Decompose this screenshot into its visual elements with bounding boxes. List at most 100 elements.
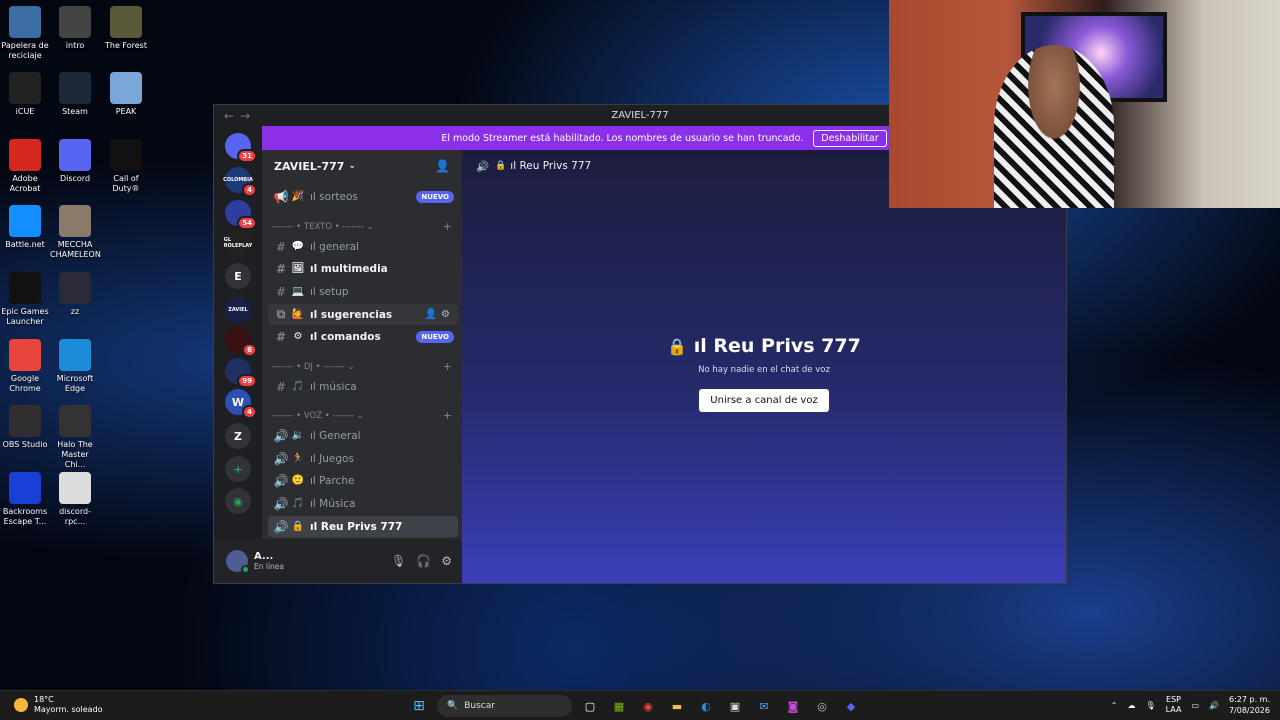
add-channel-icon[interactable]: +: [443, 360, 452, 373]
desktop-icon[interactable]: Halo The Master Chi...: [50, 405, 100, 470]
invite-people-icon[interactable]: 👤: [435, 159, 450, 173]
user-status: En línea: [254, 562, 285, 571]
desktop-icon[interactable]: Papelera de reciclaje: [0, 6, 50, 61]
server-icon[interactable]: COLOMBIA 4: [223, 167, 257, 197]
user-info[interactable]: A... En línea: [254, 551, 284, 571]
server-icon[interactable]: GL ROLEPLAY: [224, 230, 252, 256]
channel-sorteos[interactable]: 📢 🎉 ıl sorteos NUEVO: [268, 186, 458, 207]
voice-channel-musica[interactable]: 🔊 🎵 ıl Música: [268, 493, 458, 514]
desktop-icon[interactable]: zz: [50, 272, 100, 317]
microphone-icon[interactable]: 🎙: [1145, 701, 1155, 710]
desktop-icon[interactable]: MECCHA CHAMELEON: [50, 205, 101, 260]
clock[interactable]: 6:27 p. m. 7/08/2026: [1229, 694, 1270, 716]
add-server-icon[interactable]: +: [225, 456, 251, 482]
channel-comandos[interactable]: # ⚙ ıl comandos NUEVO: [268, 326, 458, 347]
channel-label: ıl Música: [310, 497, 356, 510]
obs-icon[interactable]: ◎: [811, 695, 833, 717]
add-channel-icon[interactable]: +: [443, 409, 452, 422]
server-icon[interactable]: 54: [225, 200, 257, 230]
desktop-icon[interactable]: OBS Studio: [0, 405, 50, 450]
category-dj[interactable]: ------- • DJ • ------- ⌄ +: [272, 360, 452, 373]
server-icon[interactable]: 6: [225, 327, 257, 357]
halo-icon: [59, 405, 91, 437]
desktop-icon-label: The Forest: [105, 41, 147, 50]
channel-sugerencias[interactable]: ⧉ 🙋 ıl sugerencias 👤⚙: [268, 304, 458, 325]
desktop-icon[interactable]: Google Chrome: [0, 339, 50, 394]
weather-widget[interactable]: 18°C Mayorm. soleado: [14, 695, 103, 715]
discord-icon[interactable]: ◆: [840, 695, 862, 717]
desktop-icon-label: iCUE: [15, 107, 35, 116]
add-channel-icon[interactable]: +: [443, 220, 452, 233]
server-icon[interactable]: ZAVIEL: [225, 297, 251, 323]
bet-icon: [9, 472, 41, 504]
channel-multimedia[interactable]: # 🖼 ıl multimedia: [268, 258, 458, 279]
volume-icon[interactable]: 🔊: [1209, 701, 1219, 710]
voice-channel-juegos[interactable]: 🔊 🏃 ıl Juegos: [268, 448, 458, 469]
channel-general[interactable]: # 💬 ıl general: [268, 236, 458, 257]
desktop-icon[interactable]: The Forest: [101, 6, 151, 51]
user-controls: 🎙 🎧 ⚙: [391, 554, 452, 568]
join-voice-button[interactable]: Unirse a canal de voz: [699, 389, 829, 412]
channel-label: ıl setup: [310, 285, 349, 298]
channel-label: ıl Parche: [310, 474, 355, 487]
category-voz[interactable]: ------- • VOZ • ------- ⌄ +: [272, 409, 452, 422]
server-icon[interactable]: W4: [225, 389, 257, 419]
desktop-icon[interactable]: Discord: [50, 139, 100, 184]
mail-icon[interactable]: ✉: [753, 695, 775, 717]
server-header[interactable]: ZAVIEL-777 ⌄ 👤: [262, 150, 462, 182]
gear-icon[interactable]: ⚙: [441, 554, 452, 568]
task-view-icon[interactable]: ▢: [579, 695, 601, 717]
edge-icon[interactable]: ◐: [695, 695, 717, 717]
desktop-icon-label: Steam: [62, 107, 88, 116]
channel-setup[interactable]: # 💻 ıl setup: [268, 281, 458, 302]
desktop-icon[interactable]: Epic Games Launcher: [0, 272, 50, 327]
desktop-icon[interactable]: Battle.net: [0, 205, 50, 250]
mention-badge: 99: [237, 374, 257, 388]
icue-icon: [9, 72, 41, 104]
channel-settings-icon[interactable]: 👤⚙: [425, 309, 454, 320]
discord-home-icon[interactable]: 31: [225, 133, 257, 163]
photo-app-icon[interactable]: ◙: [782, 695, 804, 717]
taskbar-search[interactable]: 🔍 Buscar: [437, 695, 572, 717]
game-icon: [110, 6, 142, 38]
windows-start-icon[interactable]: ⊞: [408, 695, 430, 717]
voice-channel-view: 🔊 🔒 ıl Reu Privs 777 🔒 ıl Reu Privs 777 …: [462, 150, 1066, 583]
desktop-icon[interactable]: discord-rpc...: [50, 472, 100, 527]
voice-channel-reu-privs[interactable]: 🔊 🔒 ıl Reu Privs 777: [268, 516, 458, 537]
voice-channel-title: ıl Reu Privs 777: [693, 335, 861, 357]
avatar[interactable]: [226, 550, 250, 574]
desktop-icon[interactable]: iCUE: [0, 72, 50, 117]
discord-icon: [59, 139, 91, 171]
channel-musica[interactable]: # 🎵 ıl música: [268, 376, 458, 397]
server-icon[interactable]: E: [225, 263, 251, 289]
desktop-icon[interactable]: Steam: [50, 72, 100, 117]
cloud-icon[interactable]: ☁: [1127, 701, 1135, 710]
desktop-icon[interactable]: Backrooms Escape T...: [0, 472, 50, 527]
widgets-icon[interactable]: ▦: [608, 695, 630, 717]
headphones-icon[interactable]: 🎧: [416, 554, 431, 568]
chrome-icon[interactable]: ◉: [637, 695, 659, 717]
desktop-icon[interactable]: Adobe Acrobat: [0, 139, 50, 194]
network-icon[interactable]: ▭: [1191, 701, 1199, 710]
category-texto[interactable]: ------- • TEXTO • ------- ⌄ +: [272, 220, 452, 233]
speaker-icon: 🔊: [273, 473, 289, 488]
chevron-up-icon[interactable]: ⌃: [1111, 701, 1118, 710]
explore-servers-icon[interactable]: ◉: [225, 488, 251, 514]
microphone-icon[interactable]: 🎙: [391, 554, 406, 568]
voice-channel-parche[interactable]: 🔊 🙂 ıl Parche: [268, 470, 458, 491]
category-label: ------- • TEXTO • -------: [272, 222, 364, 232]
disable-streamer-button[interactable]: Deshabilitar: [813, 129, 887, 147]
server-icon[interactable]: Z: [225, 423, 251, 449]
desktop-icon[interactable]: Microsoft Edge: [50, 339, 100, 394]
voice-channel-general[interactable]: 🔊 🔉 ıl General: [268, 425, 458, 446]
desktop-icon[interactable]: intro: [50, 6, 100, 51]
store-icon[interactable]: ▣: [724, 695, 746, 717]
channel-label: ıl comandos: [310, 330, 381, 343]
file-explorer-icon[interactable]: ▬: [666, 695, 688, 717]
language-indicator[interactable]: ESP LAA: [1166, 695, 1182, 715]
desktop-icon[interactable]: PEAK: [101, 72, 151, 117]
hash-icon: #: [275, 239, 287, 254]
desktop-icon-label: Backrooms Escape T...: [2, 507, 48, 526]
server-icon[interactable]: 99: [225, 358, 257, 388]
desktop-icon[interactable]: Call of Duty®: [101, 139, 151, 194]
